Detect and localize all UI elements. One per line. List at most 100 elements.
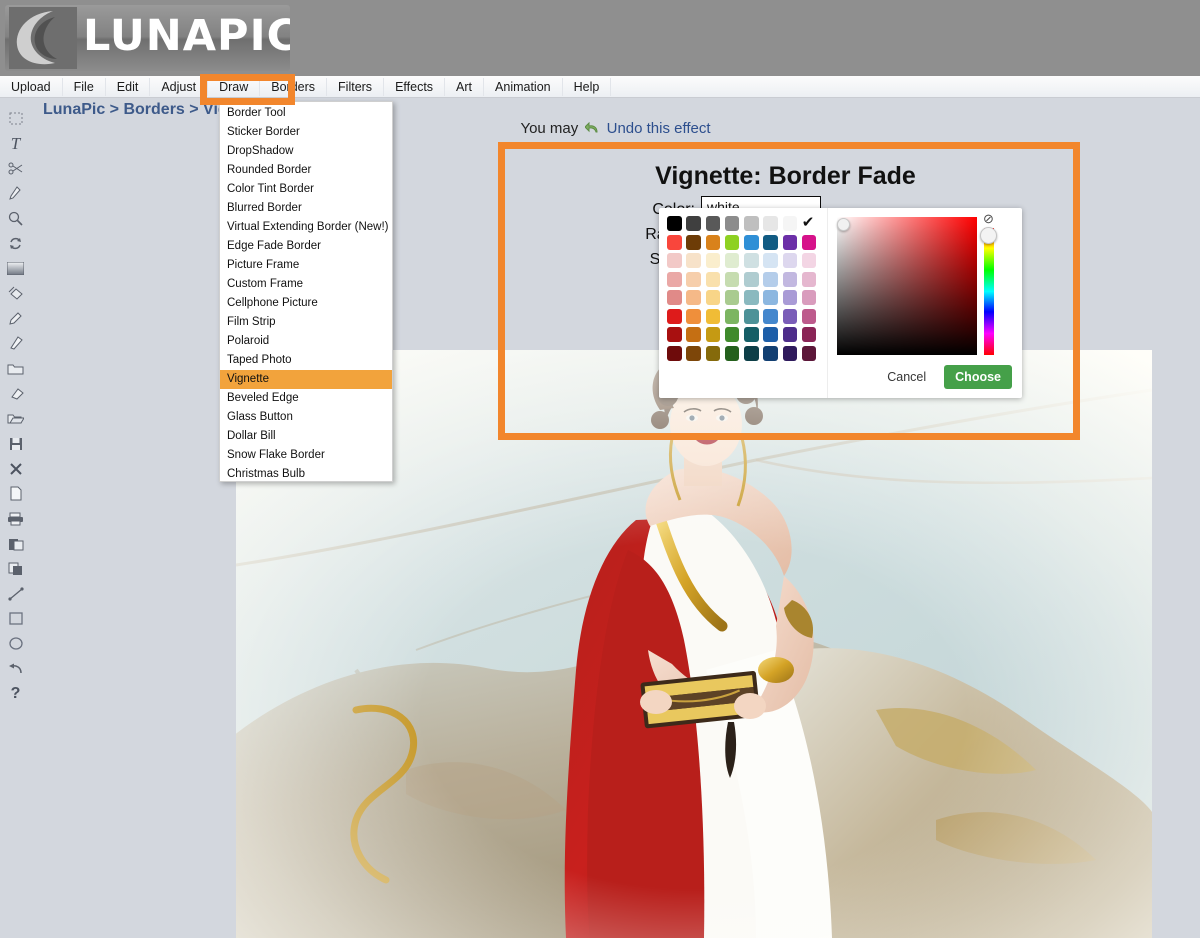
cancel-button[interactable]: Cancel (881, 369, 932, 385)
color-swatch[interactable] (686, 216, 701, 231)
swatch-selected-check-icon[interactable] (802, 213, 817, 231)
color-swatch[interactable] (744, 216, 759, 231)
color-swatch[interactable] (705, 327, 721, 342)
color-swatch[interactable] (782, 290, 798, 305)
marquee-select-icon[interactable] (3, 106, 29, 131)
rectangle-icon[interactable] (3, 606, 29, 631)
color-swatch[interactable] (686, 234, 701, 250)
hue-slider[interactable] (984, 228, 994, 355)
gradient-icon[interactable] (3, 256, 29, 281)
color-swatch[interactable] (782, 345, 798, 361)
menu-item-help[interactable]: Help (563, 77, 612, 96)
color-swatch[interactable] (763, 216, 778, 231)
dropdown-item-film-strip[interactable]: Film Strip (220, 313, 392, 332)
dropdown-item-beveled-edge[interactable]: Beveled Edge (220, 389, 392, 408)
color-swatch[interactable] (705, 271, 721, 287)
color-swatch[interactable] (763, 253, 778, 268)
menu-item-upload[interactable]: Upload (0, 77, 63, 96)
color-swatch[interactable] (801, 234, 817, 250)
menu-item-edit[interactable]: Edit (106, 77, 151, 96)
dropdown-item-picture-frame[interactable]: Picture Frame (220, 256, 392, 275)
menu-item-art[interactable]: Art (445, 77, 485, 96)
ellipse-icon[interactable] (3, 631, 29, 656)
magnifier-icon[interactable] (3, 206, 29, 231)
color-swatch[interactable] (724, 253, 740, 268)
color-swatch[interactable] (782, 216, 798, 231)
dropdown-item-virtual-extending-border[interactable]: Virtual Extending Border (New!) (220, 218, 392, 237)
color-swatch[interactable] (686, 345, 701, 361)
color-swatch[interactable] (801, 308, 817, 324)
color-swatch[interactable] (744, 271, 759, 287)
rotate-icon[interactable] (3, 231, 29, 256)
color-swatch[interactable] (667, 253, 682, 268)
color-swatch[interactable] (801, 253, 817, 268)
color-swatch[interactable] (667, 308, 682, 324)
color-swatch[interactable] (686, 327, 701, 342)
dropdown-item-color-tint-border[interactable]: Color Tint Border (220, 180, 392, 199)
color-swatch[interactable] (705, 345, 721, 361)
color-swatch[interactable] (744, 327, 759, 342)
new-page-icon[interactable] (3, 481, 29, 506)
line-icon[interactable] (3, 581, 29, 606)
color-swatch[interactable] (782, 234, 798, 250)
color-swatch[interactable] (724, 290, 740, 305)
close-x-icon[interactable] (3, 456, 29, 481)
menu-item-animation[interactable]: Animation (484, 77, 563, 96)
color-picker-popup[interactable]: ⊘ Cancel Choose (659, 208, 1022, 398)
dropdown-item-border-tool[interactable]: Border Tool (220, 104, 392, 123)
paintbrush-icon[interactable] (3, 331, 29, 356)
color-swatch[interactable] (686, 290, 701, 305)
color-swatch[interactable] (744, 308, 759, 324)
saturation-value-handle[interactable] (837, 218, 850, 231)
color-swatch[interactable] (763, 290, 778, 305)
color-swatch[interactable] (705, 216, 721, 231)
dropdown-item-glass-button[interactable]: Glass Button (220, 408, 392, 427)
color-swatch[interactable] (801, 290, 817, 305)
undo-arrow-icon[interactable] (3, 656, 29, 681)
color-swatch[interactable] (724, 345, 740, 361)
color-swatch[interactable] (724, 327, 740, 342)
color-swatch[interactable] (724, 216, 740, 231)
eraser-icon[interactable] (3, 381, 29, 406)
print-icon[interactable] (3, 506, 29, 531)
color-swatch[interactable] (705, 253, 721, 268)
color-swatch[interactable] (782, 271, 798, 287)
scissors-icon[interactable] (3, 156, 29, 181)
color-swatch[interactable] (782, 327, 798, 342)
color-swatch[interactable] (744, 234, 759, 250)
color-swatch[interactable] (801, 345, 817, 361)
dropdown-item-christmas-bulb[interactable]: Christmas Bulb (220, 465, 392, 484)
color-swatch[interactable] (705, 290, 721, 305)
pencil-icon[interactable] (3, 181, 29, 206)
undo-this-effect-link[interactable]: Undo this effect (607, 120, 711, 137)
open-folder-icon[interactable] (3, 406, 29, 431)
color-swatch[interactable] (782, 253, 798, 268)
borders-dropdown-menu[interactable]: Border Tool Sticker Border DropShadow Ro… (219, 101, 393, 482)
color-swatch[interactable] (686, 253, 701, 268)
color-swatch[interactable] (667, 271, 682, 287)
color-swatch[interactable] (667, 216, 682, 231)
menu-item-borders[interactable]: Borders (260, 77, 328, 96)
menu-item-file[interactable]: File (63, 77, 106, 96)
color-swatch[interactable] (763, 308, 778, 324)
color-swatch[interactable] (667, 327, 682, 342)
eyedropper-icon[interactable] (3, 306, 29, 331)
logo[interactable]: LUNAPIC (5, 5, 290, 71)
color-swatch[interactable] (763, 234, 778, 250)
color-swatch[interactable] (705, 308, 721, 324)
color-swatch[interactable] (801, 327, 817, 342)
dropdown-item-taped-photo[interactable]: Taped Photo (220, 351, 392, 370)
color-swatch[interactable] (801, 271, 817, 287)
color-swatch[interactable] (705, 234, 721, 250)
help-icon[interactable]: ? (3, 681, 29, 706)
copy-icon[interactable] (3, 556, 29, 581)
color-swatch[interactable] (744, 253, 759, 268)
color-swatch[interactable] (667, 234, 682, 250)
color-swatch[interactable] (763, 271, 778, 287)
text-icon[interactable]: T (3, 131, 29, 156)
dropdown-item-blurred-border[interactable]: Blurred Border (220, 199, 392, 218)
color-swatch[interactable] (724, 234, 740, 250)
choose-button[interactable]: Choose (944, 365, 1012, 389)
dropdown-item-dollar-bill[interactable]: Dollar Bill (220, 427, 392, 446)
dropdown-item-rounded-border[interactable]: Rounded Border (220, 161, 392, 180)
